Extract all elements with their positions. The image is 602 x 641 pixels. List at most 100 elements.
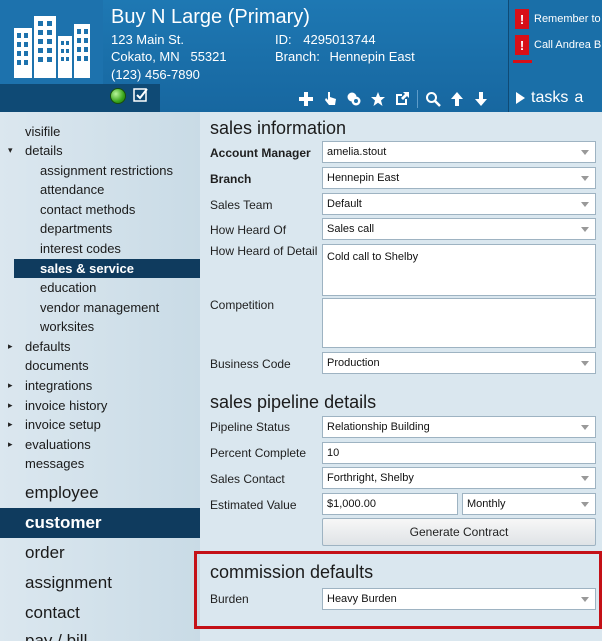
sidebar-item-evaluations[interactable]: ▸ evaluations [0,435,200,454]
chevron-down-icon [581,202,589,207]
address-line1: 123 Main St. [111,32,184,47]
branch-value: Hennepin East [329,49,415,64]
pointer-icon[interactable] [320,89,340,109]
id-line: ID: 4295013744 [275,32,376,47]
chevron-right-icon: ▸ [8,380,13,390]
chevron-right-icon: ▸ [8,419,13,429]
estimated-value-input[interactable]: $1,000.00 [322,493,458,515]
sidebar-item-assignment-restrictions[interactable]: assignment restrictions [0,161,200,180]
how-heard-of-label: How Heard Of [210,223,287,237]
buildings-icon [14,16,90,78]
phone-number: (123) 456-7890 [111,67,200,82]
record-toolbar [296,88,491,110]
nav-assignment[interactable]: assignment [0,568,200,598]
star-icon[interactable] [368,89,388,109]
chevron-down-icon [581,425,589,430]
merge-icon[interactable] [344,89,364,109]
competition-textarea[interactable] [322,298,596,348]
account-manager-select[interactable]: amelia.stout [322,141,596,163]
sidebar-item-attendance[interactable]: attendance [0,180,200,199]
alert-item[interactable]: ! Call Andrea B [515,35,601,55]
how-heard-of-select[interactable]: Sales call [322,218,596,240]
sidebar-item-vendor-management[interactable]: vendor management [0,298,200,317]
sidebar-item-education[interactable]: education [0,278,200,297]
chevron-down-icon [581,176,589,181]
competition-label: Competition [210,298,275,312]
id-label: ID: [275,32,292,47]
external-link-icon[interactable] [392,89,412,109]
sidebar-item-documents[interactable]: documents [0,356,200,375]
search-icon[interactable] [423,89,443,109]
nav-order[interactable]: order [0,538,200,568]
chevron-down-icon [581,361,589,366]
record-header: Buy N Large (Primary) 123 Main St. Cokat… [0,0,602,112]
sidebar-item-visifile[interactable]: visifile [0,122,200,141]
sidebar-item-details[interactable]: ▾ details [0,141,200,160]
sidebar-item-invoice-setup[interactable]: ▸ invoice setup [0,415,200,434]
how-heard-detail-textarea[interactable]: Cold call to Shelby [322,244,596,296]
chevron-down-icon [581,227,589,232]
alert-text: Call Andrea B [534,39,602,51]
alert-item[interactable]: ! Remember to [515,9,601,29]
sidebar-item-interest-codes[interactable]: interest codes [0,239,200,258]
generate-contract-button[interactable]: Generate Contract [322,518,596,546]
nav-pay-bill[interactable]: pay / bill [0,626,200,641]
chevron-down-icon [581,150,589,155]
business-code-label: Business Code [210,357,291,371]
sales-contact-label: Sales Contact [210,472,285,486]
account-manager-label: Account Manager [210,146,311,160]
burden-select[interactable]: Heavy Burden [322,588,596,610]
sidebar-item-messages[interactable]: messages [0,454,200,473]
alert-text: Remember to [534,13,601,25]
sidebar-item-sales-service[interactable]: sales & service [14,259,200,278]
sidebar: visifile ▾ details assignment restriction… [0,112,200,641]
estimated-value-label: Estimated Value [210,498,297,512]
chevron-right-icon: ▸ [8,439,13,449]
branch-select[interactable]: Hennepin East [322,167,596,189]
tasks-label: tasks [531,89,569,106]
company-logo [0,0,103,84]
toolbar-divider [417,90,418,108]
company-name: Buy N Large (Primary) [111,6,310,28]
sales-contact-select[interactable]: Forthright, Shelby [322,467,596,489]
chevron-down-icon [581,476,589,481]
id-value: 4295013744 [303,32,376,47]
sidebar-item-departments[interactable]: departments [0,219,200,238]
sidebar-item-worksites[interactable]: worksites [0,317,200,336]
section-title-commission: commission defaults [210,562,374,582]
sidebar-item-integrations[interactable]: ▸ integrations [0,376,200,395]
branch-label: Branch [210,172,252,186]
branch-line: Branch: Hennepin East [275,49,415,64]
sales-team-select[interactable]: Default [322,193,596,215]
nav-customer[interactable]: customer [0,508,200,538]
how-heard-detail-label: How Heard of Detail [210,244,318,258]
plus-icon[interactable] [296,89,316,109]
chevron-down-icon: ▾ [8,145,13,155]
arrow-down-icon[interactable] [471,89,491,109]
percent-complete-input[interactable]: 10 [322,442,596,464]
chevron-right-icon: ▸ [8,400,13,410]
sidebar-item-invoice-history[interactable]: ▸ invoice history [0,396,200,415]
tasks-toggle[interactable]: tasks a [515,89,583,107]
alert-icon: ! [515,9,529,29]
checkbox-icon[interactable] [133,87,149,103]
status-indicator-icon[interactable] [110,88,126,104]
pipeline-status-select[interactable]: Relationship Building [322,416,596,438]
alert-icon: ! [515,35,529,55]
address-line2: Cokato, MN 55321 [111,49,227,64]
business-code-select[interactable]: Production [322,352,596,374]
tasks-overflow: a [574,89,584,106]
main-content: sales information Account Manager amelia… [194,112,602,641]
nav-contact[interactable]: contact [0,598,200,628]
branch-label: Branch: [275,49,320,64]
arrow-up-icon[interactable] [447,89,467,109]
nav-employee[interactable]: employee [0,478,200,508]
chevron-right-icon: ▸ [8,341,13,351]
chevron-down-icon [581,502,589,507]
sales-team-label: Sales Team [210,198,273,212]
estimated-period-select[interactable]: Monthly [462,493,596,515]
sidebar-item-defaults[interactable]: ▸ defaults [0,337,200,356]
sidebar-item-contact-methods[interactable]: contact methods [0,200,200,219]
play-icon [516,92,525,104]
percent-complete-label: Percent Complete [210,446,307,460]
